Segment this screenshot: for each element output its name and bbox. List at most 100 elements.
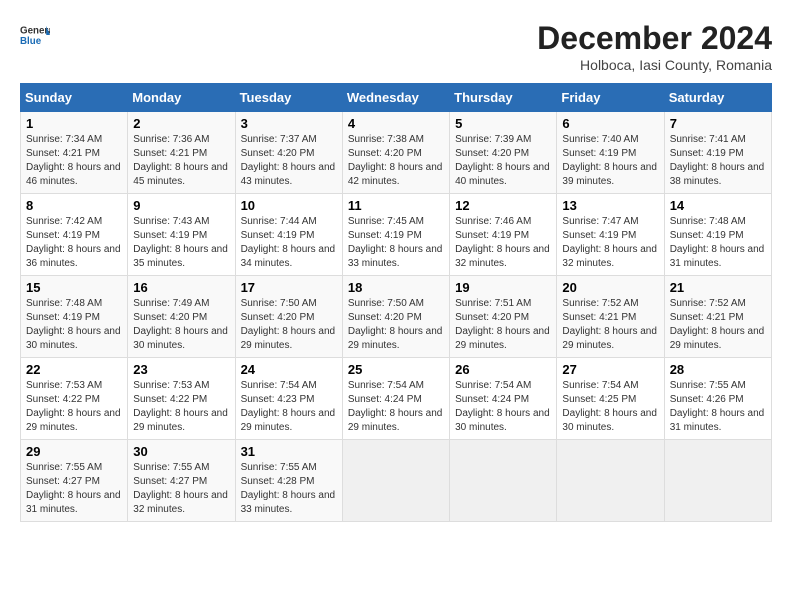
day-info: Sunrise: 7:51 AMSunset: 4:20 PMDaylight:… — [455, 297, 551, 353]
day-number: 31 — [241, 444, 337, 459]
day-info: Sunrise: 7:48 AMSunset: 4:19 PMDaylight:… — [26, 297, 122, 353]
weekday-header-friday: Friday — [557, 84, 664, 112]
calendar-cell: 17 Sunrise: 7:50 AMSunset: 4:20 PMDaylig… — [235, 276, 342, 358]
day-info: Sunrise: 7:34 AMSunset: 4:21 PMDaylight:… — [26, 133, 122, 189]
location: Holboca, Iasi County, Romania — [537, 57, 772, 73]
day-info: Sunrise: 7:50 AMSunset: 4:20 PMDaylight:… — [241, 297, 337, 353]
day-number: 18 — [348, 280, 444, 295]
calendar-cell: 26 Sunrise: 7:54 AMSunset: 4:24 PMDaylig… — [450, 358, 557, 440]
weekday-header-saturday: Saturday — [664, 84, 771, 112]
calendar-cell: 23 Sunrise: 7:53 AMSunset: 4:22 PMDaylig… — [128, 358, 235, 440]
day-info: Sunrise: 7:48 AMSunset: 4:19 PMDaylight:… — [670, 215, 766, 271]
day-info: Sunrise: 7:44 AMSunset: 4:19 PMDaylight:… — [241, 215, 337, 271]
day-info: Sunrise: 7:38 AMSunset: 4:20 PMDaylight:… — [348, 133, 444, 189]
day-info: Sunrise: 7:46 AMSunset: 4:19 PMDaylight:… — [455, 215, 551, 271]
day-info: Sunrise: 7:53 AMSunset: 4:22 PMDaylight:… — [133, 379, 229, 435]
weekday-header-thursday: Thursday — [450, 84, 557, 112]
svg-text:Blue: Blue — [20, 36, 42, 47]
title-block: December 2024 Holboca, Iasi County, Roma… — [537, 20, 772, 73]
calendar-cell: 2 Sunrise: 7:36 AMSunset: 4:21 PMDayligh… — [128, 112, 235, 194]
logo: General Blue — [20, 20, 50, 50]
calendar-week-row: 8 Sunrise: 7:42 AMSunset: 4:19 PMDayligh… — [21, 194, 772, 276]
day-number: 20 — [562, 280, 658, 295]
calendar-cell: 8 Sunrise: 7:42 AMSunset: 4:19 PMDayligh… — [21, 194, 128, 276]
day-number: 3 — [241, 116, 337, 131]
day-number: 26 — [455, 362, 551, 377]
calendar-cell: 29 Sunrise: 7:55 AMSunset: 4:27 PMDaylig… — [21, 440, 128, 522]
calendar-cell — [342, 440, 449, 522]
day-info: Sunrise: 7:36 AMSunset: 4:21 PMDaylight:… — [133, 133, 229, 189]
calendar-week-row: 1 Sunrise: 7:34 AMSunset: 4:21 PMDayligh… — [21, 112, 772, 194]
calendar-table: SundayMondayTuesdayWednesdayThursdayFrid… — [20, 83, 772, 522]
day-info: Sunrise: 7:43 AMSunset: 4:19 PMDaylight:… — [133, 215, 229, 271]
month-year: December 2024 — [537, 20, 772, 57]
day-number: 23 — [133, 362, 229, 377]
day-info: Sunrise: 7:53 AMSunset: 4:22 PMDaylight:… — [26, 379, 122, 435]
day-number: 14 — [670, 198, 766, 213]
calendar-week-row: 15 Sunrise: 7:48 AMSunset: 4:19 PMDaylig… — [21, 276, 772, 358]
weekday-header-monday: Monday — [128, 84, 235, 112]
day-number: 5 — [455, 116, 551, 131]
calendar-cell: 30 Sunrise: 7:55 AMSunset: 4:27 PMDaylig… — [128, 440, 235, 522]
day-number: 1 — [26, 116, 122, 131]
weekday-header-sunday: Sunday — [21, 84, 128, 112]
day-number: 25 — [348, 362, 444, 377]
calendar-cell — [450, 440, 557, 522]
calendar-cell: 3 Sunrise: 7:37 AMSunset: 4:20 PMDayligh… — [235, 112, 342, 194]
calendar-cell: 16 Sunrise: 7:49 AMSunset: 4:20 PMDaylig… — [128, 276, 235, 358]
calendar-cell — [557, 440, 664, 522]
day-info: Sunrise: 7:54 AMSunset: 4:24 PMDaylight:… — [455, 379, 551, 435]
calendar-cell: 12 Sunrise: 7:46 AMSunset: 4:19 PMDaylig… — [450, 194, 557, 276]
day-info: Sunrise: 7:47 AMSunset: 4:19 PMDaylight:… — [562, 215, 658, 271]
calendar-cell: 9 Sunrise: 7:43 AMSunset: 4:19 PMDayligh… — [128, 194, 235, 276]
day-info: Sunrise: 7:52 AMSunset: 4:21 PMDaylight:… — [670, 297, 766, 353]
weekday-header-row: SundayMondayTuesdayWednesdayThursdayFrid… — [21, 84, 772, 112]
page-header: General Blue December 2024 Holboca, Iasi… — [20, 20, 772, 73]
day-info: Sunrise: 7:40 AMSunset: 4:19 PMDaylight:… — [562, 133, 658, 189]
day-number: 19 — [455, 280, 551, 295]
day-number: 6 — [562, 116, 658, 131]
day-number: 28 — [670, 362, 766, 377]
day-number: 7 — [670, 116, 766, 131]
day-info: Sunrise: 7:55 AMSunset: 4:27 PMDaylight:… — [26, 461, 122, 517]
calendar-cell: 15 Sunrise: 7:48 AMSunset: 4:19 PMDaylig… — [21, 276, 128, 358]
day-info: Sunrise: 7:45 AMSunset: 4:19 PMDaylight:… — [348, 215, 444, 271]
calendar-week-row: 29 Sunrise: 7:55 AMSunset: 4:27 PMDaylig… — [21, 440, 772, 522]
day-number: 29 — [26, 444, 122, 459]
day-info: Sunrise: 7:54 AMSunset: 4:23 PMDaylight:… — [241, 379, 337, 435]
day-info: Sunrise: 7:55 AMSunset: 4:27 PMDaylight:… — [133, 461, 229, 517]
calendar-week-row: 22 Sunrise: 7:53 AMSunset: 4:22 PMDaylig… — [21, 358, 772, 440]
calendar-cell: 6 Sunrise: 7:40 AMSunset: 4:19 PMDayligh… — [557, 112, 664, 194]
calendar-cell: 22 Sunrise: 7:53 AMSunset: 4:22 PMDaylig… — [21, 358, 128, 440]
calendar-cell: 19 Sunrise: 7:51 AMSunset: 4:20 PMDaylig… — [450, 276, 557, 358]
svg-text:General: General — [20, 26, 50, 37]
weekday-header-wednesday: Wednesday — [342, 84, 449, 112]
calendar-cell — [664, 440, 771, 522]
day-number: 9 — [133, 198, 229, 213]
day-info: Sunrise: 7:55 AMSunset: 4:26 PMDaylight:… — [670, 379, 766, 435]
day-number: 27 — [562, 362, 658, 377]
day-number: 8 — [26, 198, 122, 213]
day-info: Sunrise: 7:52 AMSunset: 4:21 PMDaylight:… — [562, 297, 658, 353]
day-number: 13 — [562, 198, 658, 213]
calendar-cell: 31 Sunrise: 7:55 AMSunset: 4:28 PMDaylig… — [235, 440, 342, 522]
calendar-cell: 20 Sunrise: 7:52 AMSunset: 4:21 PMDaylig… — [557, 276, 664, 358]
calendar-cell: 10 Sunrise: 7:44 AMSunset: 4:19 PMDaylig… — [235, 194, 342, 276]
day-info: Sunrise: 7:54 AMSunset: 4:25 PMDaylight:… — [562, 379, 658, 435]
calendar-cell: 11 Sunrise: 7:45 AMSunset: 4:19 PMDaylig… — [342, 194, 449, 276]
day-number: 16 — [133, 280, 229, 295]
weekday-header-tuesday: Tuesday — [235, 84, 342, 112]
day-number: 30 — [133, 444, 229, 459]
day-number: 10 — [241, 198, 337, 213]
calendar-cell: 24 Sunrise: 7:54 AMSunset: 4:23 PMDaylig… — [235, 358, 342, 440]
logo-icon: General Blue — [20, 20, 50, 50]
day-number: 11 — [348, 198, 444, 213]
day-info: Sunrise: 7:42 AMSunset: 4:19 PMDaylight:… — [26, 215, 122, 271]
day-info: Sunrise: 7:39 AMSunset: 4:20 PMDaylight:… — [455, 133, 551, 189]
calendar-cell: 13 Sunrise: 7:47 AMSunset: 4:19 PMDaylig… — [557, 194, 664, 276]
calendar-cell: 5 Sunrise: 7:39 AMSunset: 4:20 PMDayligh… — [450, 112, 557, 194]
calendar-cell: 14 Sunrise: 7:48 AMSunset: 4:19 PMDaylig… — [664, 194, 771, 276]
day-number: 24 — [241, 362, 337, 377]
day-number: 15 — [26, 280, 122, 295]
calendar-cell: 18 Sunrise: 7:50 AMSunset: 4:20 PMDaylig… — [342, 276, 449, 358]
